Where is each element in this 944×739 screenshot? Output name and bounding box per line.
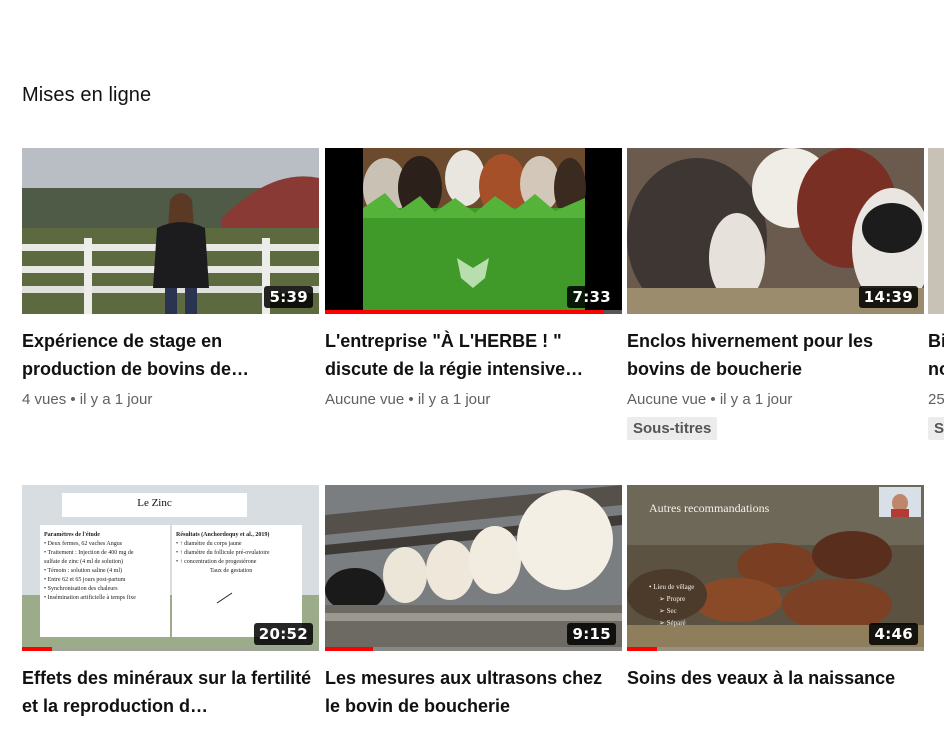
slide-left-item: • Traitement : Injection de 400 mg de	[44, 550, 134, 556]
slide-left-item: • Témoin : solution saline (4 ml)	[44, 568, 122, 574]
video-card[interactable]: 9:15 Les mesures aux ultrasons chez le b…	[325, 485, 622, 728]
slide-left-item: • Synchronisation des chaleurs	[44, 586, 118, 592]
video-title[interactable]: Bi no	[928, 327, 944, 383]
video-title[interactable]: Effets des minéraux sur la fertilité et …	[22, 664, 319, 720]
video-thumbnail[interactable]: 5:39	[22, 148, 319, 314]
watch-progress-fill	[325, 310, 605, 314]
slide-right-item: • ↑ diamètre du corps jaune	[176, 541, 242, 547]
video-title[interactable]: L'entreprise "À L'HERBE ! " discute de l…	[325, 327, 622, 383]
video-card[interactable]: 14:39 Enclos hivernement pour les bovins…	[627, 148, 924, 440]
video-card-partial[interactable]: Bi no 25 S	[928, 148, 944, 448]
duration-badge: 9:15	[567, 623, 616, 645]
video-thumbnail[interactable]: 14:39	[627, 148, 924, 314]
slide-left-item: • Deux fermes, 62 vaches Angus	[44, 541, 123, 547]
slide-item: ➢ Propre	[659, 595, 686, 603]
video-card[interactable]: Autres recommandations • Lieu de vêlage …	[627, 485, 924, 728]
video-thumbnail[interactable]: 7:33	[325, 148, 622, 314]
video-meta: Aucune vue • il y a 1 jour	[325, 391, 491, 408]
duration-badge: 4:46	[869, 623, 918, 645]
duration-badge: 20:52	[253, 623, 313, 645]
slide-list: • Lieu de vêlage ➢ Propre ➢ Sec ➢ Séparé	[649, 581, 694, 629]
duration-badge: 14:39	[858, 286, 918, 308]
slide-item: ➢ Sec	[659, 607, 677, 615]
video-title[interactable]: Enclos hivernement pour les bovins de bo…	[627, 327, 924, 383]
video-thumbnail[interactable]	[928, 148, 944, 314]
video-card[interactable]: Le Zinc Paramètres de l'étude • Deux fer…	[22, 485, 319, 728]
duration-badge: 7:33	[567, 286, 616, 308]
video-meta: 4 vues • il y a 1 jour	[22, 391, 153, 408]
slide-right-item: • ↑ diamètre du follicule pré-ovulatoire	[176, 550, 270, 556]
video-title[interactable]: Les mesures aux ultrasons chez le bovin …	[325, 664, 622, 720]
watch-progress-fill	[22, 647, 52, 651]
watch-progress-track	[325, 647, 622, 651]
slide-item: • Lieu de vêlage	[649, 583, 695, 591]
video-title[interactable]: Soins des veaux à la naissance	[627, 664, 924, 720]
slide-left-item: sulfate de zinc (4 ml de solution)	[44, 559, 123, 565]
video-thumbnail[interactable]: 9:15	[325, 485, 622, 651]
slide-left-item: • Entre 62 et 65 jours post-partum	[44, 577, 126, 583]
slide-left-title: Paramètres de l'étude	[44, 532, 100, 538]
watch-progress-fill	[627, 647, 657, 651]
video-card[interactable]: 7:33 L'entreprise "À L'HERBE ! " discute…	[325, 148, 622, 408]
slide-left-column: Paramètres de l'étude • Deux fermes, 62 …	[44, 531, 168, 603]
watch-progress-track	[627, 647, 924, 651]
slide-right-item: • ↑ concentration de progestérone	[176, 559, 257, 565]
watch-progress-fill	[325, 647, 373, 651]
duration-badge: 5:39	[264, 286, 313, 308]
watch-progress-track	[22, 647, 319, 651]
slide-right-title: Résultats (Anchordoquy et al., 2019)	[176, 532, 270, 538]
video-title[interactable]: Expérience de stage en production de bov…	[22, 327, 319, 383]
slide-item: ➢ Séparé	[659, 619, 686, 627]
slide-left-item: • Insémination artificielle à temps fixe	[44, 595, 136, 601]
video-meta: 25	[928, 391, 944, 408]
section-title: Mises en ligne	[22, 84, 152, 106]
slide-right-column: Résultats (Anchordoquy et al., 2019) • ↑…	[176, 531, 300, 576]
watch-progress-track	[325, 310, 622, 314]
slide-heading: Le Zinc	[137, 497, 172, 509]
video-card[interactable]: 5:39 Expérience de stage en production d…	[22, 148, 319, 408]
video-thumbnail[interactable]: Autres recommandations • Lieu de vêlage …	[627, 485, 924, 651]
video-thumbnail[interactable]: Le Zinc Paramètres de l'étude • Deux fer…	[22, 485, 319, 651]
slide-heading: Autres recommandations	[649, 501, 770, 515]
subtitles-badge: S	[928, 417, 944, 440]
slide-right-item: Taux de gestation	[210, 568, 253, 574]
video-meta: Aucune vue • il y a 1 jour	[627, 391, 793, 408]
subtitles-badge: Sous-titres	[627, 417, 718, 440]
